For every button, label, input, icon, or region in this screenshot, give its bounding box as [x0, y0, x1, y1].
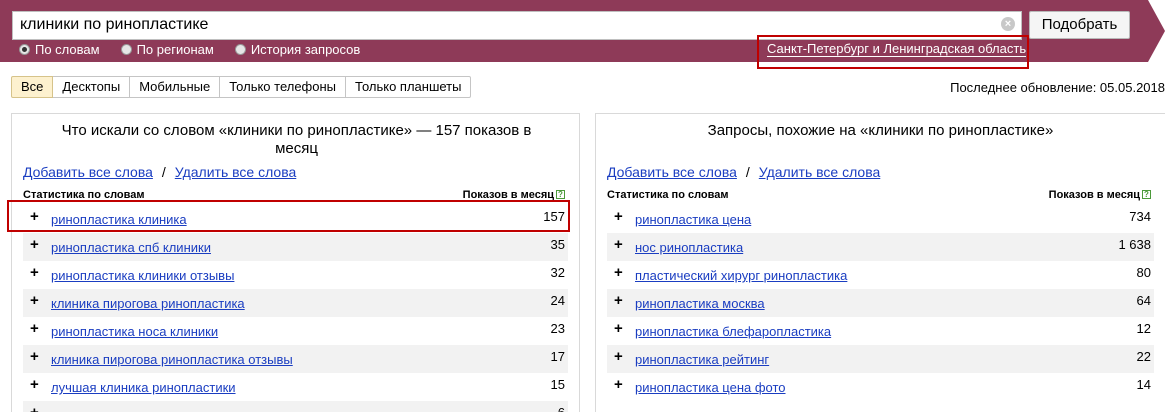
help-icon[interactable]: ? — [1142, 190, 1151, 199]
table-row: + ринопластика блефаропластика 12 — [607, 317, 1154, 345]
phrase-link[interactable]: ринопластика клиники отзывы — [51, 268, 234, 283]
remove-all-words-link[interactable]: Удалить все слова — [175, 164, 296, 180]
table-row: + ринопластика носа клиники 23 — [23, 317, 568, 345]
similar-queries-panel: Запросы, похожие на «клиники по риноплас… — [595, 113, 1165, 412]
plus-icon[interactable]: + — [30, 265, 39, 280]
panel-title: Что искали со словом «клиники по ринопла… — [61, 122, 532, 157]
shows-count: 6 — [558, 405, 565, 412]
table-row: + ринопластика москва 64 — [607, 289, 1154, 317]
radio-by-words[interactable]: По словам — [19, 42, 100, 57]
separator: / — [161, 164, 166, 180]
radio-unselected-icon[interactable] — [120, 44, 132, 55]
phrase-link[interactable]: пластический хирург ринопластика — [635, 268, 847, 283]
plus-icon[interactable]: + — [30, 321, 39, 336]
shows-count: 24 — [550, 293, 565, 308]
radio-label: История запросов — [250, 42, 361, 57]
table-row: + лучшая клиника ринопластики 15 — [23, 373, 568, 401]
plus-icon[interactable]: + — [30, 293, 39, 308]
shows-count: 1 638 — [1118, 237, 1151, 252]
phrase-link[interactable]: ринопластика цена фото — [635, 380, 786, 395]
plus-icon[interactable]: + — [614, 237, 623, 252]
table-row: + пластический хирург ринопластика 80 — [607, 261, 1154, 289]
phrase-link[interactable]: ринопластика носа клиники — [51, 324, 218, 339]
plus-icon[interactable]: + — [614, 321, 623, 336]
tab-phones-only[interactable]: Только телефоны — [220, 76, 347, 98]
table-row: + ринопластика клиники отзывы 32 — [23, 261, 568, 289]
shows-count: 734 — [1129, 209, 1151, 224]
separator: / — [745, 164, 750, 180]
phrase-link[interactable]: клиника пирогова ринопластика — [51, 296, 245, 311]
phrase-link[interactable]: ринопластика спб клиники — [51, 240, 211, 255]
plus-icon[interactable]: + — [614, 209, 623, 224]
phrase-link[interactable]: нос ринопластика — [635, 240, 743, 255]
column-shows-label: Показов в месяц — [1048, 189, 1140, 201]
radio-by-regions[interactable]: По регионам — [120, 42, 214, 57]
tab-mobile[interactable]: Мобильные — [130, 76, 221, 98]
mode-radio-group: По словам По регионам История запросов — [19, 42, 381, 57]
table-row: + 6 — [23, 401, 568, 412]
plus-icon[interactable]: + — [614, 293, 623, 308]
row-highlight-frame — [7, 200, 570, 232]
shows-count: 64 — [1136, 293, 1151, 308]
shows-count: 35 — [550, 237, 565, 252]
shows-count: 17 — [550, 349, 565, 364]
phrase-link[interactable]: ринопластика блефаропластика — [635, 324, 831, 339]
panel-title: Запросы, похожие на «клиники по риноплас… — [707, 122, 1054, 139]
phrase-link[interactable]: клиника пирогова ринопластика отзывы — [51, 352, 293, 367]
column-stat-header: Статистика по словам — [607, 189, 729, 201]
phrase-link[interactable]: ринопластика рейтинг — [635, 352, 769, 367]
clear-icon[interactable]: × — [1001, 17, 1015, 31]
words-table: + ринопластика клиника 157 + ринопластик… — [23, 205, 568, 412]
region-highlight-frame — [757, 35, 1029, 69]
shows-count: 32 — [550, 265, 565, 280]
plus-icon[interactable]: + — [30, 405, 39, 412]
phrase-link[interactable]: ринопластика цена — [635, 212, 751, 227]
table-row: + ринопластика спб клиники 35 — [23, 233, 568, 261]
plus-icon[interactable]: + — [30, 349, 39, 364]
radio-label: По регионам — [136, 42, 214, 57]
table-row: + ринопластика рейтинг 22 — [607, 345, 1154, 373]
header-arrow — [1148, 0, 1165, 62]
phrase-link[interactable]: ринопластика москва — [635, 296, 765, 311]
submit-button[interactable]: Подобрать — [1029, 11, 1130, 39]
search-words-panel: Что искали со словом «клиники по ринопла… — [11, 113, 580, 412]
shows-count: 12 — [1136, 321, 1151, 336]
tab-desktops[interactable]: Десктопы — [53, 76, 131, 98]
radio-selected-icon[interactable] — [19, 44, 30, 55]
device-tabs: Все Десктопы Мобильные Только телефоны Т… — [11, 76, 472, 98]
remove-all-words-link[interactable]: Удалить все слова — [759, 164, 880, 180]
panel-actions: Добавить все слова / Удалить все слова — [607, 164, 880, 180]
table-row: + нос ринопластика 1 638 — [607, 233, 1154, 261]
shows-count: 14 — [1136, 377, 1151, 392]
radio-unselected-icon[interactable] — [234, 44, 246, 55]
shows-count: 80 — [1136, 265, 1151, 280]
shows-count: 22 — [1136, 349, 1151, 364]
similar-table: + ринопластика цена 734 + нос ринопласти… — [607, 205, 1154, 401]
table-row: + ринопластика цена 734 — [607, 205, 1154, 233]
table-row: + ринопластика цена фото 14 — [607, 373, 1154, 401]
plus-icon[interactable]: + — [30, 377, 39, 392]
tab-tablets-only[interactable]: Только планшеты — [346, 76, 472, 98]
plus-icon[interactable]: + — [30, 237, 39, 252]
table-row: + клиника пирогова ринопластика отзывы 1… — [23, 345, 568, 373]
radio-history[interactable]: История запросов — [234, 42, 361, 57]
plus-icon[interactable]: + — [614, 377, 623, 392]
tab-all[interactable]: Все — [11, 76, 54, 98]
table-header: Статистика по словам Показов в месяц? — [607, 189, 1154, 203]
last-update-text: Последнее обновление: 05.05.2018 — [950, 80, 1165, 95]
add-all-words-link[interactable]: Добавить все слова — [23, 164, 153, 180]
shows-count: 23 — [550, 321, 565, 336]
add-all-words-link[interactable]: Добавить все слова — [607, 164, 737, 180]
shows-count: 15 — [550, 377, 565, 392]
radio-label: По словам — [35, 42, 100, 57]
phrase-link[interactable]: лучшая клиника ринопластики — [51, 380, 236, 395]
help-icon[interactable]: ? — [556, 190, 565, 199]
plus-icon[interactable]: + — [614, 349, 623, 364]
plus-icon[interactable]: + — [614, 265, 623, 280]
column-shows-header: Показов в месяц? — [1049, 189, 1151, 201]
table-row: + клиника пирогова ринопластика 24 — [23, 289, 568, 317]
panel-actions: Добавить все слова / Удалить все слова — [23, 164, 296, 180]
